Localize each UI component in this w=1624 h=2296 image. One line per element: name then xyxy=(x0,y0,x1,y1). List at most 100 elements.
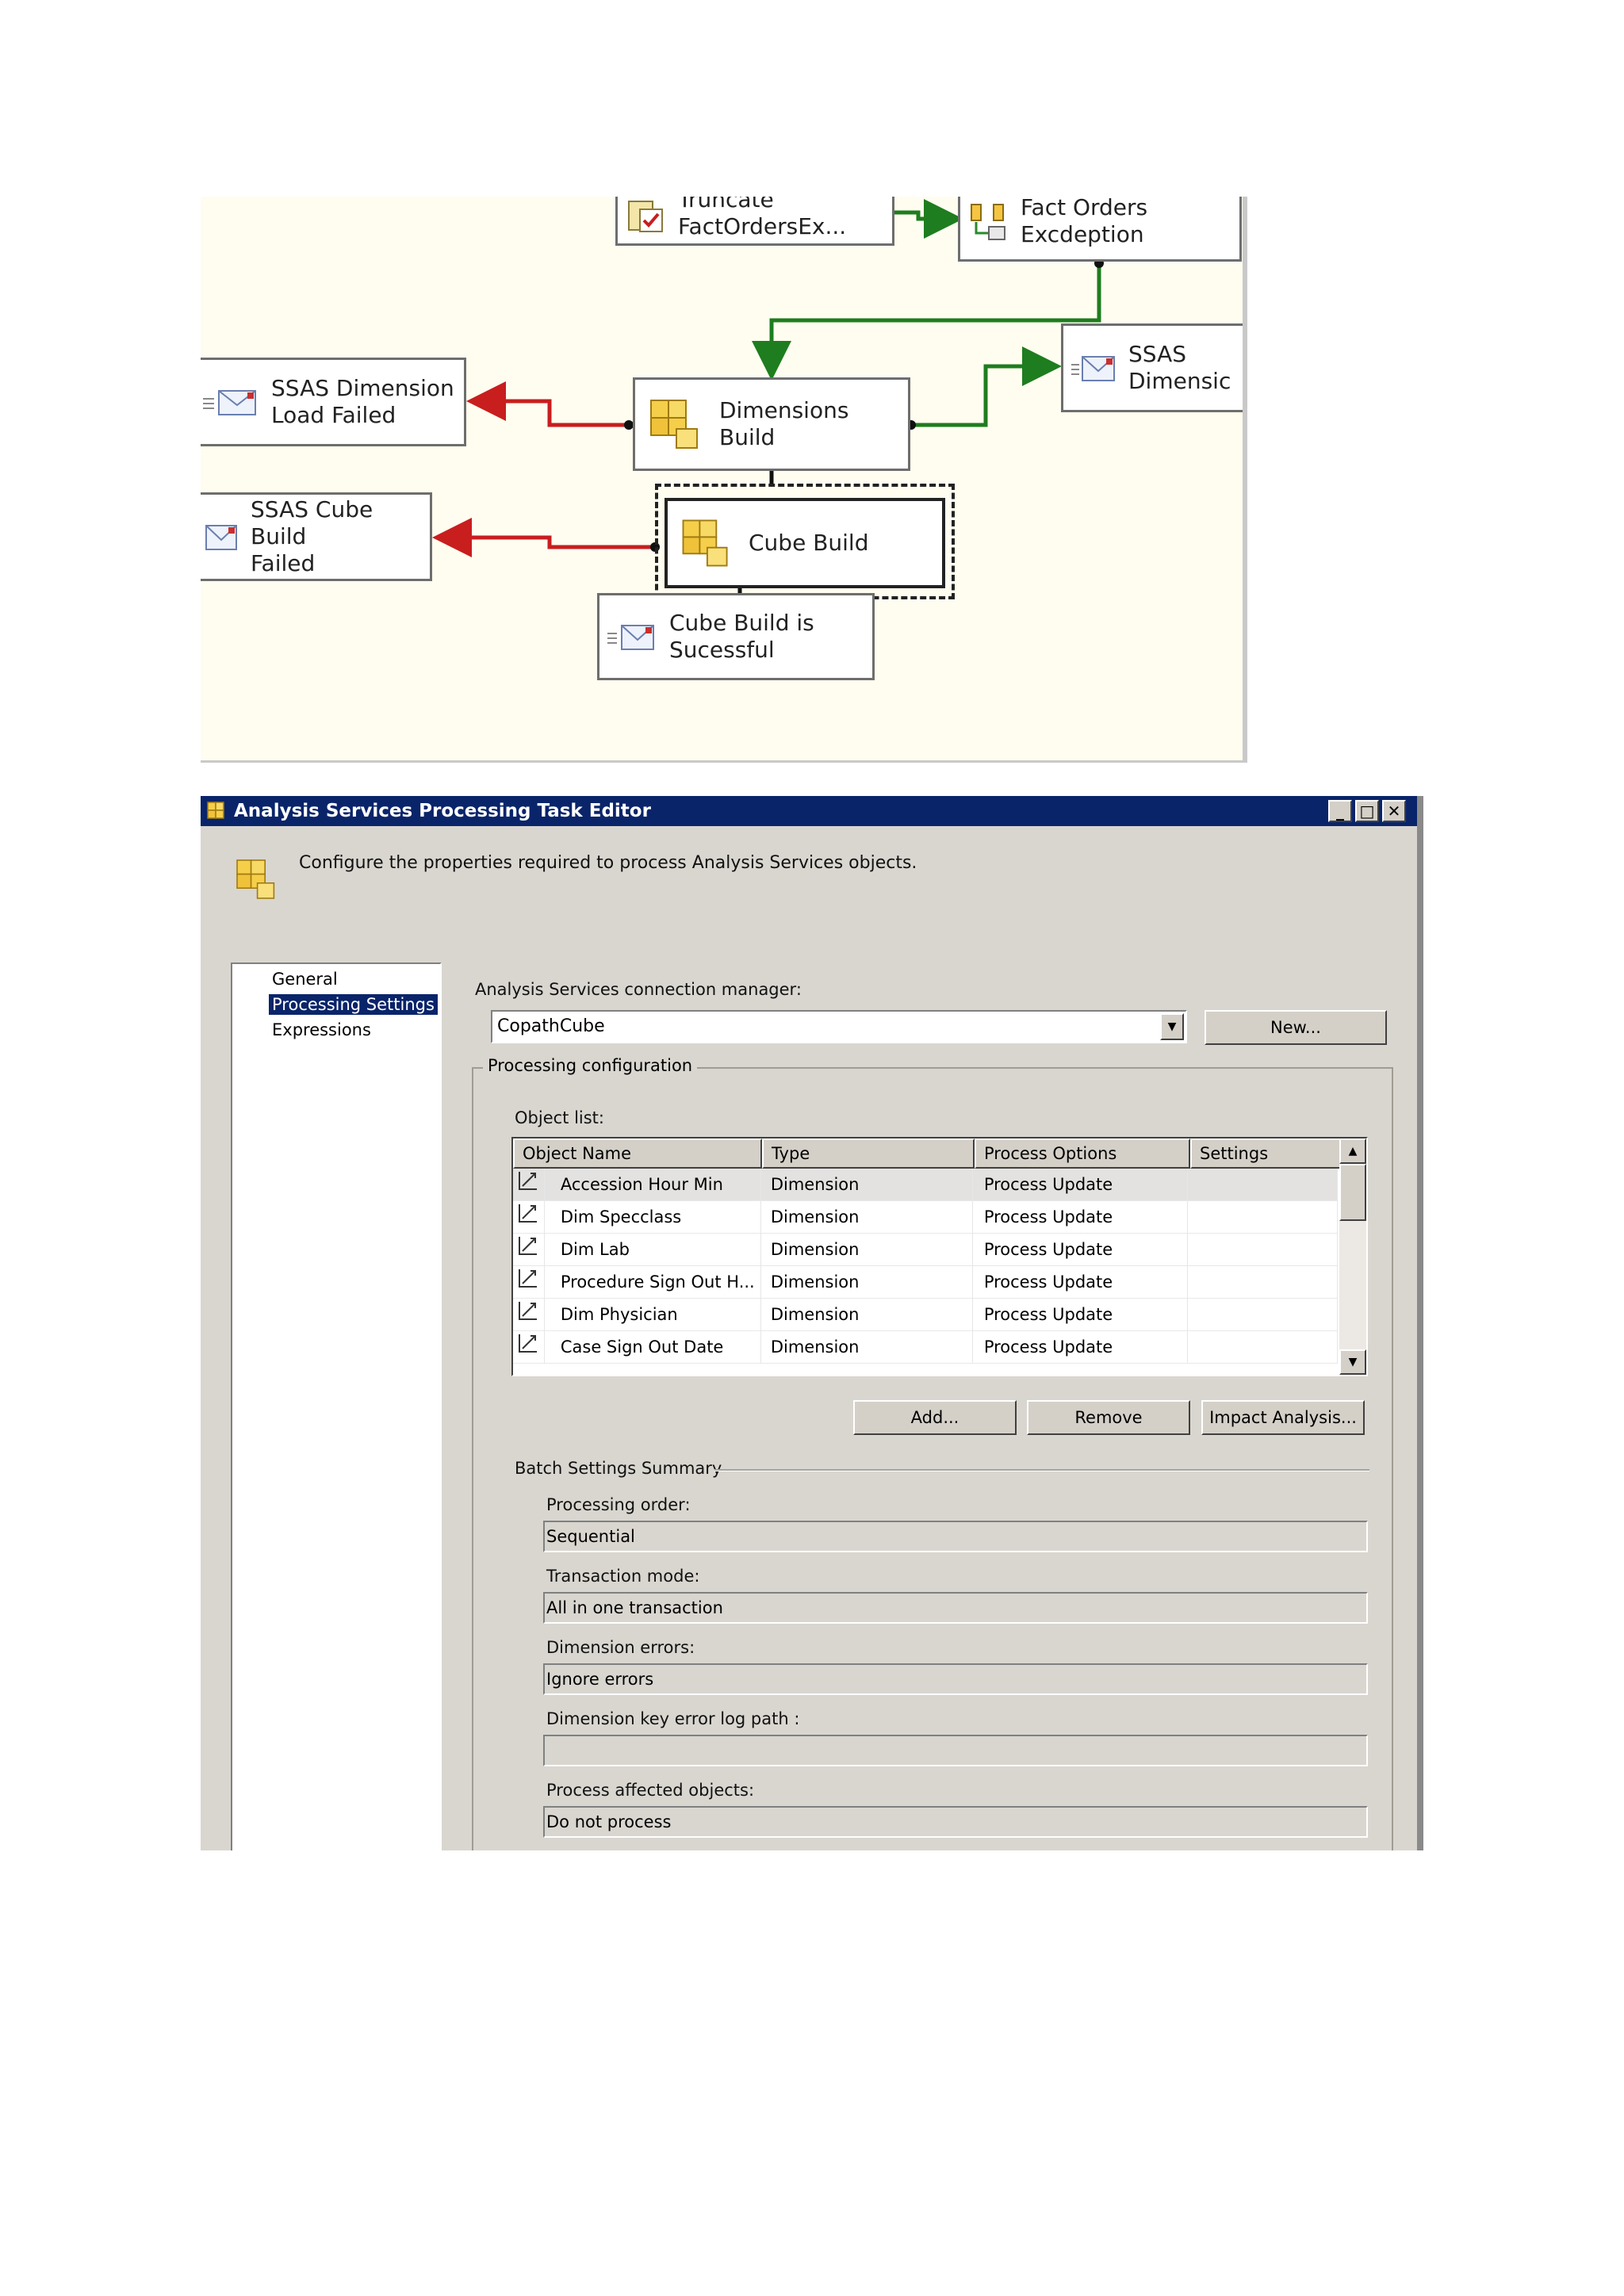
remove-button[interactable]: Remove xyxy=(1027,1400,1190,1435)
task-label: Cube Build xyxy=(749,530,869,556)
link-dimensions-to-ssas xyxy=(911,346,1062,427)
processing-task-editor-dialog: Analysis Services Processing Task Editor… xyxy=(201,796,1423,1850)
cell-process-options[interactable]: Process Update xyxy=(973,1265,1188,1299)
dimension-errors-label: Dimension errors: xyxy=(546,1638,695,1657)
cube-process-icon xyxy=(682,519,728,567)
batch-settings-title: Batch Settings Summary xyxy=(515,1459,722,1478)
processing-order-field: Sequential xyxy=(543,1521,1368,1552)
process-affected-label: Process affected objects: xyxy=(546,1781,755,1800)
maximize-button[interactable]: □ xyxy=(1355,800,1379,822)
dimension-icon xyxy=(519,1301,537,1320)
nav-item-processing-settings[interactable]: Processing Settings xyxy=(269,994,438,1015)
task-label: SSAS Dimensic xyxy=(1128,341,1231,394)
nav-item-general[interactable]: General xyxy=(269,969,341,989)
task-label: Cube Build is Sucessful xyxy=(669,610,814,663)
object-list-label: Object list: xyxy=(515,1108,604,1127)
send-mail-icon xyxy=(607,625,654,650)
cell-type: Dimension xyxy=(761,1200,973,1234)
task-ssas-dimension-failed[interactable]: SSAS Dimension Load Failed xyxy=(201,358,466,446)
cell-process-options[interactable]: Process Update xyxy=(973,1233,1188,1266)
dimension-errors-field: Ignore errors xyxy=(543,1663,1368,1695)
table-row[interactable]: Procedure Sign Out H... Dimension Proces… xyxy=(513,1265,1338,1299)
scroll-down-icon[interactable]: ▼ xyxy=(1339,1349,1366,1375)
cube-process-icon xyxy=(650,400,698,449)
cell-settings[interactable] xyxy=(1188,1168,1338,1201)
processing-configuration-title: Processing configuration xyxy=(483,1056,698,1075)
task-cube-build-successful[interactable]: Cube Build is Sucessful xyxy=(597,593,875,680)
cell-process-options[interactable]: Process Update xyxy=(973,1200,1188,1234)
link-cube-to-failed xyxy=(432,518,655,557)
cell-object-name: Dim Specclass xyxy=(545,1200,761,1234)
processing-order-label: Processing order: xyxy=(546,1495,691,1514)
data-flow-icon xyxy=(971,204,1005,240)
title-bar[interactable]: Analysis Services Processing Task Editor… xyxy=(201,796,1417,826)
dimension-icon xyxy=(519,1236,537,1255)
table-row[interactable]: Accession Hour Min Dimension Process Upd… xyxy=(513,1168,1338,1201)
cell-process-options[interactable]: Process Update xyxy=(973,1330,1188,1364)
task-label: SSAS Cube Build Failed xyxy=(251,496,373,576)
column-type[interactable]: Type xyxy=(762,1138,975,1169)
batch-settings-divider xyxy=(714,1469,1369,1471)
task-label: Fact Orders Excdeption xyxy=(1021,197,1148,247)
cell-type: Dimension xyxy=(761,1265,973,1299)
add-button[interactable]: Add... xyxy=(853,1400,1017,1435)
impact-analysis-button[interactable]: Impact Analysis... xyxy=(1201,1400,1365,1435)
minimize-button[interactable]: _ xyxy=(1328,800,1352,822)
cube-icon xyxy=(236,859,275,899)
transaction-mode-label: Transaction mode: xyxy=(546,1567,700,1586)
connection-manager-select[interactable]: CopathCube ▼ xyxy=(491,1010,1187,1043)
sql-task-icon xyxy=(628,201,663,232)
column-process-options[interactable]: Process Options xyxy=(975,1138,1190,1169)
object-list-scrollbar[interactable]: ▲ ▼ xyxy=(1339,1138,1366,1375)
task-label: Truncate FactOrdersEx... xyxy=(678,197,847,239)
key-error-log-label: Dimension key error log path : xyxy=(546,1709,800,1728)
cell-type: Dimension xyxy=(761,1298,973,1331)
cell-settings[interactable] xyxy=(1188,1330,1338,1364)
task-label: Dimensions Build xyxy=(719,397,849,450)
send-mail-icon xyxy=(1071,356,1115,381)
task-truncate[interactable]: Truncate FactOrdersEx... xyxy=(615,197,894,246)
cell-settings[interactable] xyxy=(1188,1233,1338,1266)
task-dimensions-build[interactable]: Dimensions Build xyxy=(633,377,910,471)
cell-type: Dimension xyxy=(761,1168,973,1201)
task-ssas-cube-failed[interactable]: SSAS Cube Build Failed xyxy=(201,492,432,581)
table-row[interactable]: Case Sign Out Date Dimension Process Upd… xyxy=(513,1330,1338,1364)
connection-manager-value: CopathCube xyxy=(497,1016,605,1036)
column-settings[interactable]: Settings xyxy=(1190,1138,1341,1169)
key-error-log-field xyxy=(543,1735,1368,1766)
task-fact-orders[interactable]: Fact Orders Excdeption xyxy=(958,197,1242,262)
object-list-header: Object Name Type Process Options Setting… xyxy=(513,1138,1341,1169)
table-row[interactable]: Dim Physician Dimension Process Update xyxy=(513,1298,1338,1331)
transaction-mode-field: All in one transaction xyxy=(543,1592,1368,1624)
new-connection-button[interactable]: New... xyxy=(1205,1010,1387,1045)
task-cube-build[interactable]: Cube Build xyxy=(665,498,945,588)
cell-object-name: Accession Hour Min xyxy=(545,1168,761,1201)
dimension-icon xyxy=(519,1334,537,1353)
nav-item-expressions[interactable]: Expressions xyxy=(269,1020,374,1040)
cell-object-name: Dim Physician xyxy=(545,1298,761,1331)
cell-process-options[interactable]: Process Update xyxy=(973,1298,1188,1331)
control-flow-designer[interactable]: Truncate FactOrdersEx... Fact Orders Exc… xyxy=(201,197,1247,763)
cell-settings[interactable] xyxy=(1188,1298,1338,1331)
table-row[interactable]: Dim Specclass Dimension Process Update xyxy=(513,1200,1338,1234)
cube-app-icon xyxy=(207,802,224,819)
cell-type: Dimension xyxy=(761,1233,973,1266)
table-row[interactable]: Dim Lab Dimension Process Update xyxy=(513,1233,1338,1266)
send-mail-icon xyxy=(205,525,237,550)
scroll-thumb[interactable] xyxy=(1339,1164,1366,1221)
cell-process-options[interactable]: Process Update xyxy=(973,1168,1188,1201)
column-object-name[interactable]: Object Name xyxy=(513,1138,762,1169)
object-list[interactable]: Object Name Type Process Options Setting… xyxy=(511,1137,1368,1376)
task-ssas-dimension[interactable]: SSAS Dimensic xyxy=(1061,323,1243,412)
send-mail-icon xyxy=(203,390,256,415)
cell-object-name: Dim Lab xyxy=(545,1233,761,1266)
close-button[interactable]: ✕ xyxy=(1382,800,1406,822)
task-label: SSAS Dimension Load Failed xyxy=(271,375,454,428)
cell-object-name: Procedure Sign Out H... xyxy=(545,1265,761,1299)
chevron-down-icon[interactable]: ▼ xyxy=(1160,1013,1184,1040)
cell-settings[interactable] xyxy=(1188,1200,1338,1234)
scroll-up-icon[interactable]: ▲ xyxy=(1339,1138,1366,1164)
dimension-icon xyxy=(519,1269,537,1288)
cell-settings[interactable] xyxy=(1188,1265,1338,1299)
link-dimensions-to-failed xyxy=(466,381,629,427)
